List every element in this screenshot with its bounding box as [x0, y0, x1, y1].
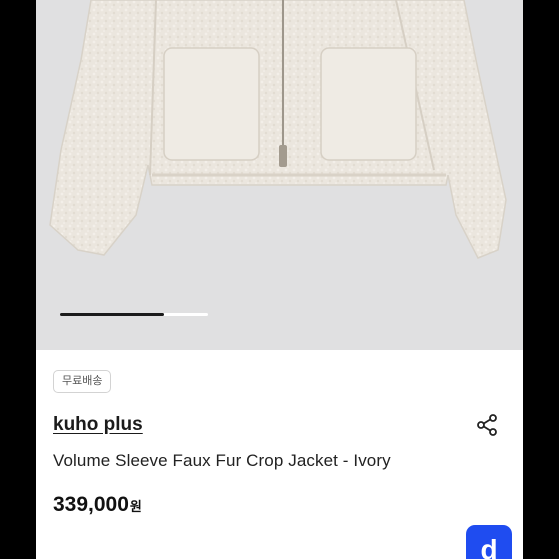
product-photo-jacket [49, 0, 507, 259]
carousel-progress-fill [60, 313, 164, 316]
app-launch-button[interactable]: d [466, 525, 512, 559]
product-price: 339,000원 [53, 493, 142, 517]
product-detail-screen: 무료배송 kuho plus Volume Sleeve Faux Fur Cr… [36, 0, 523, 559]
share-icon [477, 414, 497, 436]
free-shipping-badge: 무료배송 [53, 370, 112, 393]
brand-link[interactable]: kuho plus [53, 414, 143, 436]
product-info-panel: 무료배송 kuho plus Volume Sleeve Faux Fur Cr… [36, 350, 523, 559]
carousel-progress-track [60, 313, 208, 316]
product-title: Volume Sleeve Faux Fur Crop Jacket - Ivo… [53, 451, 391, 470]
share-button[interactable] [474, 412, 500, 438]
product-image-carousel[interactable] [36, 0, 523, 350]
price-currency: 원 [129, 499, 142, 514]
app-logo-letter: d [480, 534, 498, 559]
price-value: 339,000 [53, 493, 129, 516]
